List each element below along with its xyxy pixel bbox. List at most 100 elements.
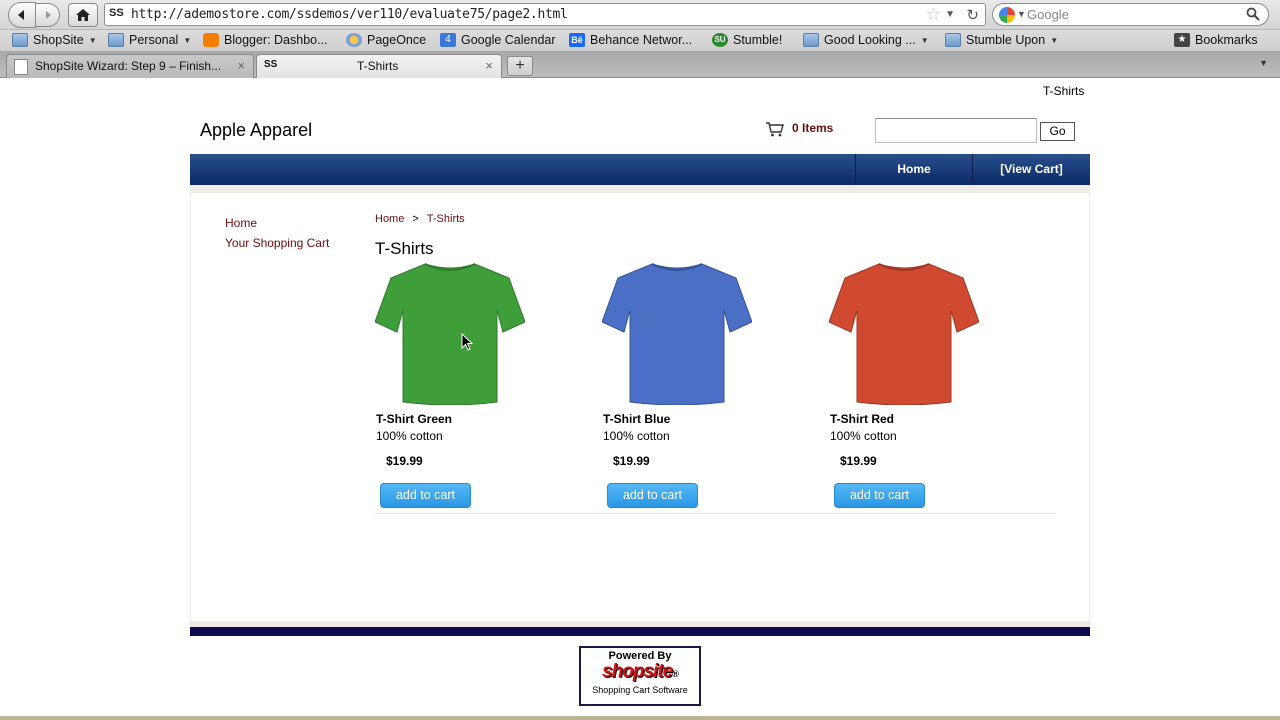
footer-bar xyxy=(190,627,1090,636)
folder-icon xyxy=(803,33,819,47)
breadcrumb-separator: > xyxy=(412,213,419,225)
browser-toolbar: SS http://ademostore.com/ssdemos/ver110/… xyxy=(0,0,1280,30)
bookmark-blogger[interactable]: Blogger: Dashbo... xyxy=(203,33,328,47)
product-price: $19.99 xyxy=(840,454,877,468)
top-breadcrumb: T-Shirts xyxy=(1043,84,1085,98)
store-name: Apple Apparel xyxy=(200,120,313,140)
bookmarks-menu[interactable]: ★ Bookmarks xyxy=(1174,33,1258,47)
folder-icon xyxy=(108,33,124,47)
registered-mark: ® xyxy=(672,669,679,679)
bookmark-label: Behance Networ... xyxy=(590,33,693,47)
bookmark-google-calendar[interactable]: 4 Google Calendar xyxy=(440,33,556,47)
bookmark-label: Google Calendar xyxy=(461,33,556,47)
bookmark-label: PageOnce xyxy=(367,33,427,47)
calendar-icon: 4 xyxy=(440,33,456,47)
bookmark-personal[interactable]: Personal ▼ xyxy=(108,33,191,47)
shopping-cart-icon[interactable] xyxy=(765,121,785,137)
web-page: T-Shirts Apple Apparel 0 Items Go Home [… xyxy=(0,79,1280,720)
bookmark-label: Blogger: Dashbo... xyxy=(224,33,328,47)
tab-title: ShopSite Wizard: Step 9 – Finish... xyxy=(35,59,222,73)
new-tab-button[interactable]: + xyxy=(507,56,533,76)
bookmark-pageonce[interactable]: PageOnce xyxy=(346,33,426,47)
add-to-cart-button[interactable]: add to cart xyxy=(834,483,925,508)
blogger-icon xyxy=(203,33,219,47)
powered-by-shopsite-badge[interactable]: Powered By shopsite® Shopping Cart Softw… xyxy=(579,646,701,706)
forward-button[interactable] xyxy=(36,3,60,27)
google-engine-icon[interactable] xyxy=(999,7,1015,23)
bookmark-star-icon[interactable]: ☆ xyxy=(926,5,941,25)
search-bar[interactable]: ▼ Google xyxy=(992,3,1269,26)
product-name[interactable]: T-Shirt Blue xyxy=(603,412,670,426)
back-button[interactable] xyxy=(8,2,36,28)
shopping-cart-software-label: Shopping Cart Software xyxy=(592,685,688,695)
t-shirt-green-image[interactable] xyxy=(375,262,525,405)
product-divider xyxy=(375,513,1056,514)
bookmark-stumble-upon[interactable]: Stumble Upon ▼ xyxy=(945,33,1058,47)
bookmark-good-looking[interactable]: Good Looking ... ▼ xyxy=(803,33,929,47)
breadcrumb-current[interactable]: T-Shirts xyxy=(427,213,465,225)
document-icon xyxy=(14,59,28,75)
add-to-cart-button[interactable]: add to cart xyxy=(380,483,471,508)
cart-item-count[interactable]: 0 Items xyxy=(792,121,833,135)
window-bottom-edge xyxy=(0,716,1280,720)
bookmark-stumble[interactable]: SU Stumble! xyxy=(712,33,782,47)
chevron-down-icon: ▼ xyxy=(183,35,192,45)
add-to-cart-button[interactable]: add to cart xyxy=(607,483,698,508)
tab-list-icon[interactable]: ▼ xyxy=(1259,58,1268,68)
forward-arrow-icon xyxy=(45,11,51,19)
url-history-dropdown-icon[interactable]: ▼ xyxy=(945,9,955,20)
tab-bar: ShopSite Wizard: Step 9 – Finish... × SS… xyxy=(0,52,1280,78)
bookmarks-bar: ShopSite ▼ Personal ▼ Blogger: Dashbo...… xyxy=(0,30,1280,52)
page-title: T-Shirts xyxy=(375,239,434,258)
reload-icon[interactable]: ↻ xyxy=(966,6,979,24)
pageonce-icon xyxy=(346,33,362,47)
product-price: $19.99 xyxy=(386,454,423,468)
folder-icon xyxy=(12,33,28,47)
home-button[interactable] xyxy=(68,3,98,27)
search-placeholder: Google xyxy=(1027,7,1069,22)
chevron-down-icon: ▼ xyxy=(88,35,97,45)
tab-shopsite-wizard[interactable]: ShopSite Wizard: Step 9 – Finish... × xyxy=(6,54,254,78)
chevron-down-icon: ▼ xyxy=(1050,35,1059,45)
bookmark-shopsite[interactable]: ShopSite ▼ xyxy=(12,33,97,47)
t-shirt-red-image[interactable] xyxy=(829,262,979,405)
product-description: 100% cotton xyxy=(376,429,443,443)
mouse-cursor-icon xyxy=(461,333,473,351)
engine-dropdown-icon[interactable]: ▼ xyxy=(1017,9,1026,19)
tab-title: T-Shirts xyxy=(357,59,399,73)
folder-icon xyxy=(945,33,961,47)
nav-home-link[interactable]: Home xyxy=(856,162,972,176)
sidebar-link-home[interactable]: Home xyxy=(225,216,257,230)
go-button[interactable]: Go xyxy=(1040,122,1075,141)
bookmarks-menu-label: Bookmarks xyxy=(1195,33,1258,47)
main-nav: Home [View Cart] xyxy=(190,154,1090,185)
bookmark-label: Stumble Upon xyxy=(966,33,1046,47)
shopsite-logo: shopsite® xyxy=(581,662,699,684)
stumbleupon-icon: SU xyxy=(712,33,728,47)
content-frame xyxy=(190,193,1090,625)
breadcrumb-home[interactable]: Home xyxy=(375,213,404,225)
sidebar-link-shopping-cart[interactable]: Your Shopping Cart xyxy=(225,236,329,250)
bookmark-label: Good Looking ... xyxy=(824,33,916,47)
product-name[interactable]: T-Shirt Green xyxy=(376,412,452,426)
bookmark-behance[interactable]: Bē Behance Networ... xyxy=(569,33,692,47)
bookmark-label: Stumble! xyxy=(733,33,783,47)
product-description: 100% cotton xyxy=(603,429,670,443)
behance-icon: Bē xyxy=(569,33,585,47)
nav-view-cart-link[interactable]: [View Cart] xyxy=(973,162,1090,176)
bookmark-label: Personal xyxy=(129,33,179,47)
close-tab-icon[interactable]: × xyxy=(237,58,245,73)
address-bar[interactable]: SS http://ademostore.com/ssdemos/ver110/… xyxy=(104,3,986,26)
close-tab-icon[interactable]: × xyxy=(485,58,493,73)
bookmark-label: ShopSite xyxy=(33,33,84,47)
url-text[interactable]: http://ademostore.com/ssdemos/ver110/eva… xyxy=(131,7,568,22)
t-shirt-blue-image[interactable] xyxy=(602,262,752,405)
search-icon[interactable] xyxy=(1246,7,1260,21)
shopsite-logo-text: shopsite xyxy=(602,661,673,682)
store-search-input[interactable] xyxy=(875,118,1037,143)
site-favicon: SS xyxy=(264,59,278,70)
tab-t-shirts[interactable]: SS T-Shirts × xyxy=(256,54,502,78)
site-favicon: SS xyxy=(109,7,124,19)
product-name[interactable]: T-Shirt Red xyxy=(830,412,894,426)
bookmarks-star-icon: ★ xyxy=(1174,33,1190,47)
